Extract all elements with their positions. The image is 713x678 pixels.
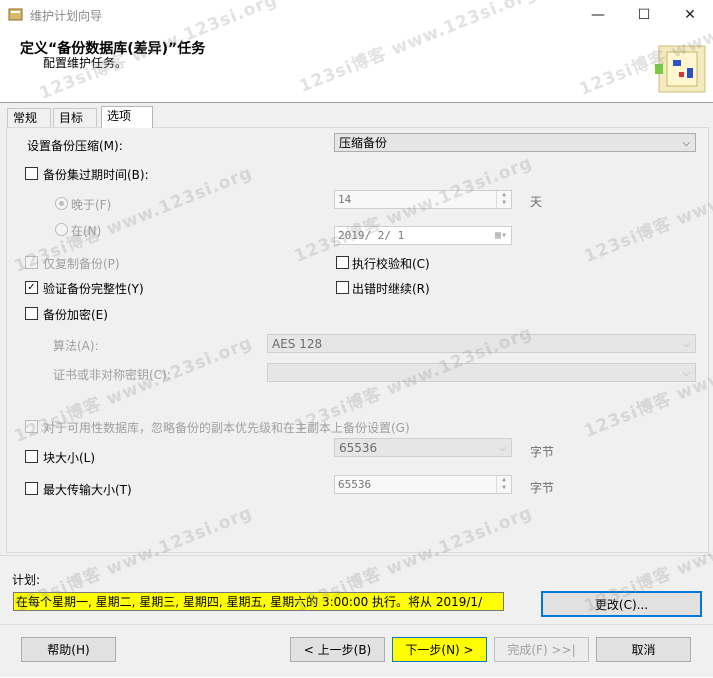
finish-button[interactable]: 完成(F) >>| [494,637,589,662]
max-transfer-label: 最大传输大小(T) [43,483,132,497]
schedule-text: 在每个星期一, 星期二, 星期三, 星期四, 星期五, 星期六的 3:00:00… [13,592,504,611]
window-title: 维护计划向导 [30,9,103,23]
chevron-down-icon: ⌵ [498,443,506,454]
block-size-select[interactable]: 65536 ⌵ [334,438,512,457]
expire-label: 备份集过期时间(B): [43,168,149,182]
after-unit: 天 [530,195,543,209]
block-size-value: 65536 [339,441,378,455]
chevron-down-icon: ⌵ [682,138,690,149]
ag-label: 对于可用性数据库，忽略备份的副本优先级和在主副本上备份设置(G) [43,421,410,435]
app-icon [8,8,23,21]
verify-label: 验证备份完整性(Y) [43,282,144,296]
after-label: 晚于(F) [71,198,112,212]
cert-select[interactable]: ⌵ [267,363,696,382]
checksum-checkbox[interactable] [336,256,349,269]
continue-on-error-checkbox[interactable] [336,281,349,294]
block-size-unit: 字节 [530,445,555,459]
block-size-label: 块大小(L) [43,451,96,465]
next-button[interactable]: 下一步(N) > [392,637,487,662]
verify-checkbox[interactable]: ✓ [25,281,38,294]
block-size-checkbox[interactable] [25,450,38,463]
continue-on-error-label: 出错时继续(R) [352,282,430,296]
algorithm-label: 算法(A): [53,339,99,353]
maximize-button[interactable]: ☐ [621,0,667,30]
chevron-down-icon: ⌵ [682,339,690,350]
help-button[interactable]: 帮助(H) [21,637,116,662]
spinner-arrows-icon: ▲ ▼ [496,476,511,493]
checksum-label: 执行校验和(C) [352,257,430,271]
tab-general[interactable]: 常规 [7,108,51,128]
calendar-dropdown-icon: ▦▾ [494,230,507,241]
back-button[interactable]: < 上一步(B) [290,637,385,662]
cancel-button[interactable]: 取消 [596,637,691,662]
max-transfer-input[interactable]: 65536 ▲ ▼ [334,475,512,494]
max-transfer-unit: 字节 [530,481,555,495]
encrypt-label: 备份加密(E) [43,308,108,322]
spinner-arrows-icon: ▲ ▼ [496,191,511,208]
expire-checkbox[interactable] [25,167,38,180]
tab-destination[interactable]: 目标 [53,108,97,128]
compression-label: 设置备份压缩(M): [27,139,123,153]
encrypt-checkbox[interactable] [25,307,38,320]
max-transfer-checkbox[interactable] [25,482,38,495]
max-transfer-value: 65536 [338,478,372,491]
compression-select[interactable]: 压缩备份 ⌵ [334,133,696,152]
tab-options[interactable]: 选项 [101,106,153,128]
compression-value: 压缩备份 [339,136,388,150]
minimize-button[interactable]: — [575,0,621,30]
after-days-value: 14 [338,193,352,206]
after-radio[interactable] [55,197,68,210]
algorithm-value: AES 128 [272,337,323,351]
